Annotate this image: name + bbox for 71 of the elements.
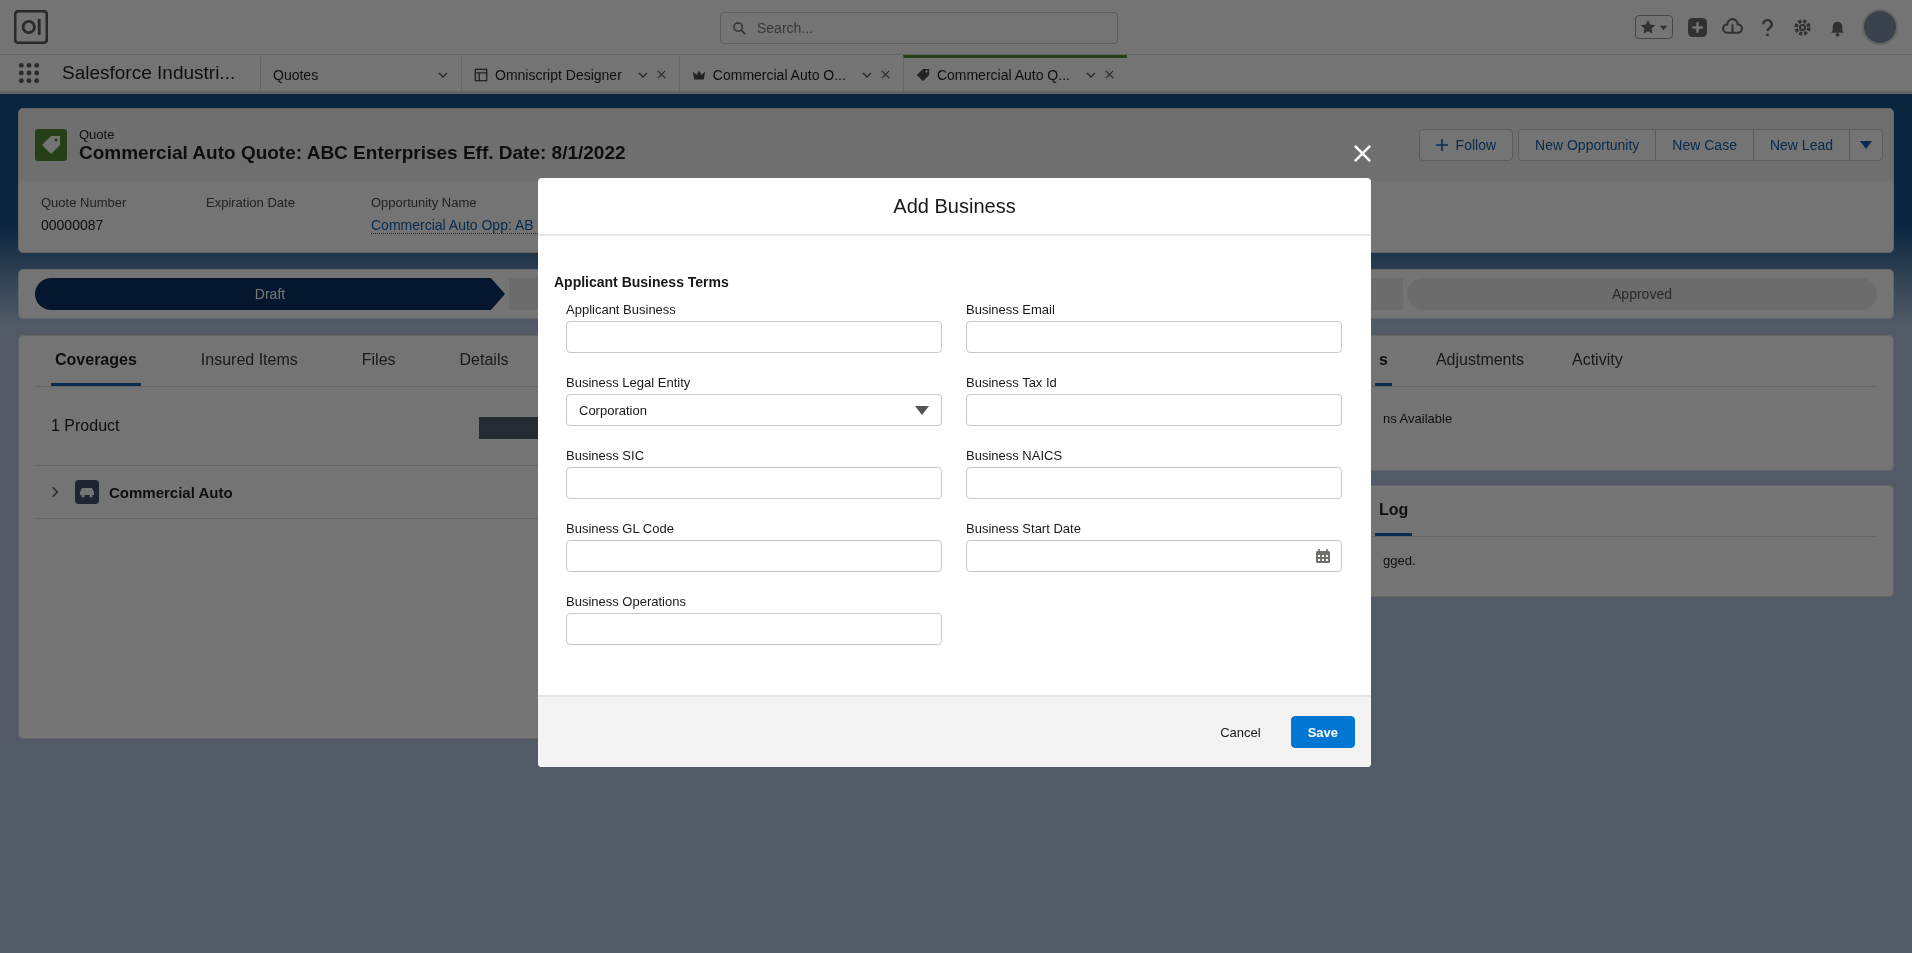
input-field[interactable] <box>566 613 942 645</box>
search-field[interactable]: Search... <box>720 12 1118 44</box>
dialog-title: Add Business <box>893 194 1016 218</box>
more-actions-button[interactable] <box>1849 129 1883 161</box>
action-button[interactable]: New Case <box>1655 129 1754 161</box>
app-name: Salesforce Industri... <box>61 62 237 84</box>
plus-icon[interactable] <box>1687 16 1708 38</box>
path-stage[interactable]: Approved <box>1407 278 1877 310</box>
path-stage[interactable]: Draft <box>35 278 505 310</box>
field-label: Business Start Date <box>966 521 1082 536</box>
close-icon[interactable] <box>1103 69 1115 80</box>
tab[interactable]: Insured Items <box>196 336 302 386</box>
tag-icon <box>35 129 67 161</box>
section-title: Applicant Business Terms <box>554 274 730 290</box>
tab[interactable]: Coverages <box>51 336 141 386</box>
select-field[interactable]: Corporation <box>566 394 942 426</box>
field-label: Business Operations <box>566 594 687 609</box>
settings-icon[interactable] <box>1792 16 1813 38</box>
workspace-tab[interactable]: Quotes <box>260 55 461 91</box>
field-label: Business Email <box>966 302 1056 317</box>
field-label: Opportunity Name <box>371 195 478 210</box>
field-label: Business SIC <box>566 448 646 463</box>
search-icon <box>732 21 747 36</box>
car-icon <box>75 480 99 504</box>
empty-message: gged. <box>1383 553 1416 568</box>
field-label: Quote Number <box>41 195 128 210</box>
save-button[interactable]: Save <box>1290 716 1355 748</box>
field-label: Business GL Code <box>566 521 675 536</box>
action-button[interactable]: New Opportunity <box>1518 129 1657 161</box>
input-field[interactable] <box>966 394 1342 426</box>
favorites-button[interactable] <box>1635 15 1673 39</box>
date-field[interactable] <box>966 540 1342 572</box>
field-label: Business Legal Entity <box>566 375 692 390</box>
input-field[interactable] <box>566 321 942 353</box>
input-field[interactable] <box>566 540 942 572</box>
workspace-tab[interactable]: Commercial Auto O... <box>678 55 903 91</box>
follow-button[interactable]: Follow <box>1418 129 1514 161</box>
tab[interactable]: s <box>1375 336 1392 386</box>
object-label: Quote <box>79 126 116 142</box>
cancel-button[interactable]: Cancel <box>1204 716 1277 748</box>
field-label: Applicant Business <box>566 302 677 317</box>
record-title: Commercial Auto Quote: ABC Enterprises Eff. Date: 8/1/2022 <box>79 141 626 164</box>
logo-icon[interactable] <box>14 10 48 44</box>
workspace-tab[interactable]: Omniscript Designer <box>461 55 679 91</box>
tab[interactable]: Files <box>357 336 400 386</box>
caret-icon <box>915 405 929 415</box>
workspace-tab[interactable]: Commercial Auto Q... <box>902 55 1127 91</box>
action-button[interactable]: New Lead <box>1752 129 1850 161</box>
input-field[interactable] <box>566 467 942 499</box>
close-icon[interactable] <box>1353 144 1372 163</box>
field-label: Business Tax Id <box>966 375 1058 390</box>
tab[interactable]: Details <box>455 336 513 386</box>
input-field[interactable] <box>966 321 1342 353</box>
plus-icon <box>1435 139 1448 151</box>
tab[interactable]: Activity <box>1567 336 1627 386</box>
app-launcher-icon[interactable] <box>18 62 40 84</box>
close-icon[interactable] <box>879 69 891 80</box>
star-icon <box>1640 19 1656 35</box>
caret-icon <box>1859 140 1873 150</box>
chevron-right-icon[interactable] <box>51 486 59 498</box>
field-label: Expiration Date <box>206 195 296 210</box>
tab[interactable]: Log <box>1375 486 1413 536</box>
layout-icon <box>474 67 488 82</box>
calendar-icon <box>1315 548 1331 564</box>
tab[interactable]: Adjustments <box>1431 336 1528 386</box>
empty-message: ns Available <box>1383 411 1453 426</box>
product-name: Commercial Auto <box>109 483 233 501</box>
field-value: 00000087 <box>41 217 105 233</box>
close-icon[interactable] <box>655 69 667 80</box>
tag-icon <box>915 67 930 82</box>
input-field[interactable] <box>966 467 1342 499</box>
